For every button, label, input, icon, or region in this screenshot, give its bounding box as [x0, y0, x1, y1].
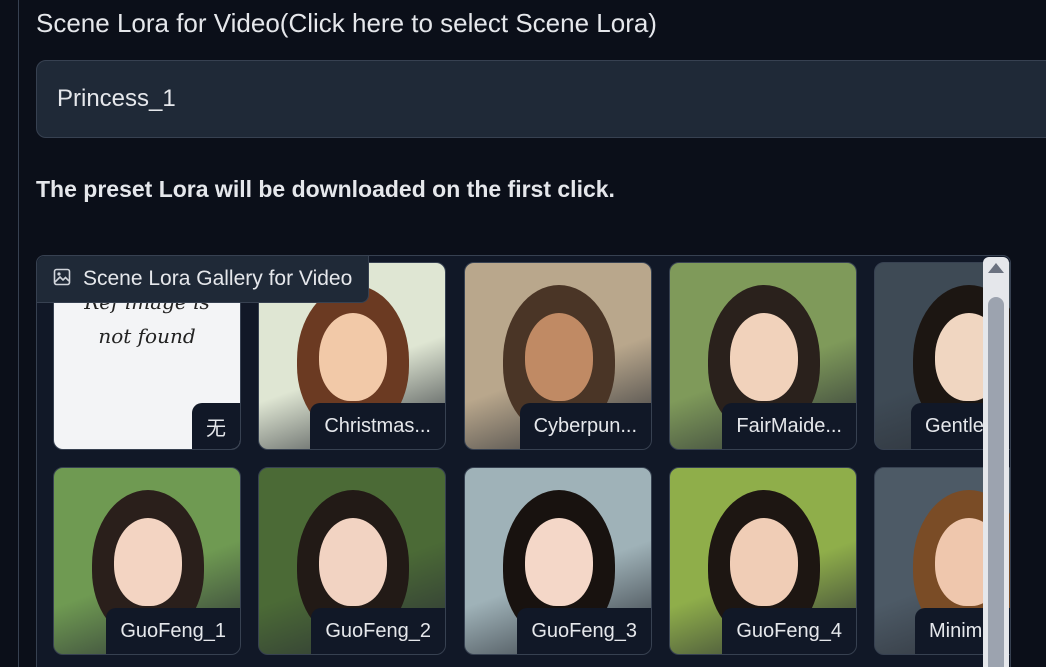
portrait-face [730, 518, 798, 606]
gallery-item-caption: FairMaide... [722, 403, 856, 449]
gallery-item-fairmaiden[interactable]: FairMaide... [669, 262, 857, 450]
gallery-label-text: Scene Lora Gallery for Video [83, 267, 353, 290]
portrait-face [114, 518, 182, 606]
portrait-face [319, 313, 387, 401]
gallery-item-caption: GuoFeng_3 [517, 608, 651, 654]
gallery-item-caption: 无 [192, 403, 240, 449]
gallery-item-caption: GuoFeng_1 [106, 608, 240, 654]
placeholder-line-2: not found [98, 324, 196, 348]
image-icon [53, 268, 71, 291]
scroll-thumb[interactable] [988, 297, 1004, 667]
download-note: The preset Lora will be downloaded on th… [36, 176, 615, 202]
gallery-label: Scene Lora Gallery for Video [37, 256, 370, 303]
scene-lora-dropdown[interactable]: Princess_1 [36, 60, 1046, 138]
scroll-up-arrow-icon[interactable] [988, 263, 1004, 273]
scene-lora-gallery: Scene Lora Gallery for Video Ref image i… [36, 255, 1011, 667]
gallery-scrollbar[interactable] [983, 257, 1009, 667]
app-root: Scene Lora for Video(Click here to selec… [0, 0, 1046, 667]
gallery-item-caption: Christmas... [310, 403, 445, 449]
gallery-item-caption: GuoFeng_4 [722, 608, 856, 654]
portrait-face [730, 313, 798, 401]
gallery-item-guofeng-2[interactable]: GuoFeng_2 [258, 467, 446, 655]
portrait-face [525, 518, 593, 606]
portrait-face [319, 518, 387, 606]
gallery-item-caption: Cyberpun... [519, 403, 651, 449]
dropdown-selected-value: Princess_1 [57, 85, 176, 112]
gallery-item-cyberpunk[interactable]: Cyberpun... [464, 262, 652, 450]
gallery-item-caption: GuoFeng_2 [311, 608, 445, 654]
scene-lora-label[interactable]: Scene Lora for Video(Click here to selec… [36, 8, 657, 39]
portrait-face [525, 313, 593, 401]
left-divider [18, 0, 19, 667]
gallery-item-guofeng-4[interactable]: GuoFeng_4 [669, 467, 857, 655]
gallery-item-guofeng-3[interactable]: GuoFeng_3 [464, 467, 652, 655]
gallery-item-guofeng-1[interactable]: GuoFeng_1 [53, 467, 241, 655]
